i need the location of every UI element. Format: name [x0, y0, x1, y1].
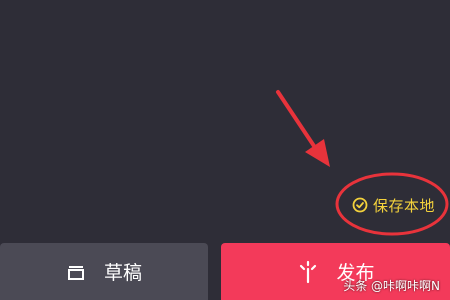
save-local-toggle[interactable]: 保存本地: [352, 194, 435, 216]
draft-button[interactable]: 草稿: [0, 243, 208, 300]
check-circle-icon: [352, 197, 368, 213]
sparkle-icon: [296, 260, 320, 284]
watermark: 头条 @咔啊咔啊N: [343, 277, 440, 294]
draft-label: 草稿: [103, 262, 142, 284]
editor-screen: 保存本地 草稿 发布 头条 @咔啊咔啊N: [0, 0, 450, 300]
watermark-text: 头条 @咔啊咔啊N: [343, 279, 440, 293]
save-local-label: 保存本地: [373, 196, 436, 215]
draft-box-icon: [66, 262, 86, 282]
